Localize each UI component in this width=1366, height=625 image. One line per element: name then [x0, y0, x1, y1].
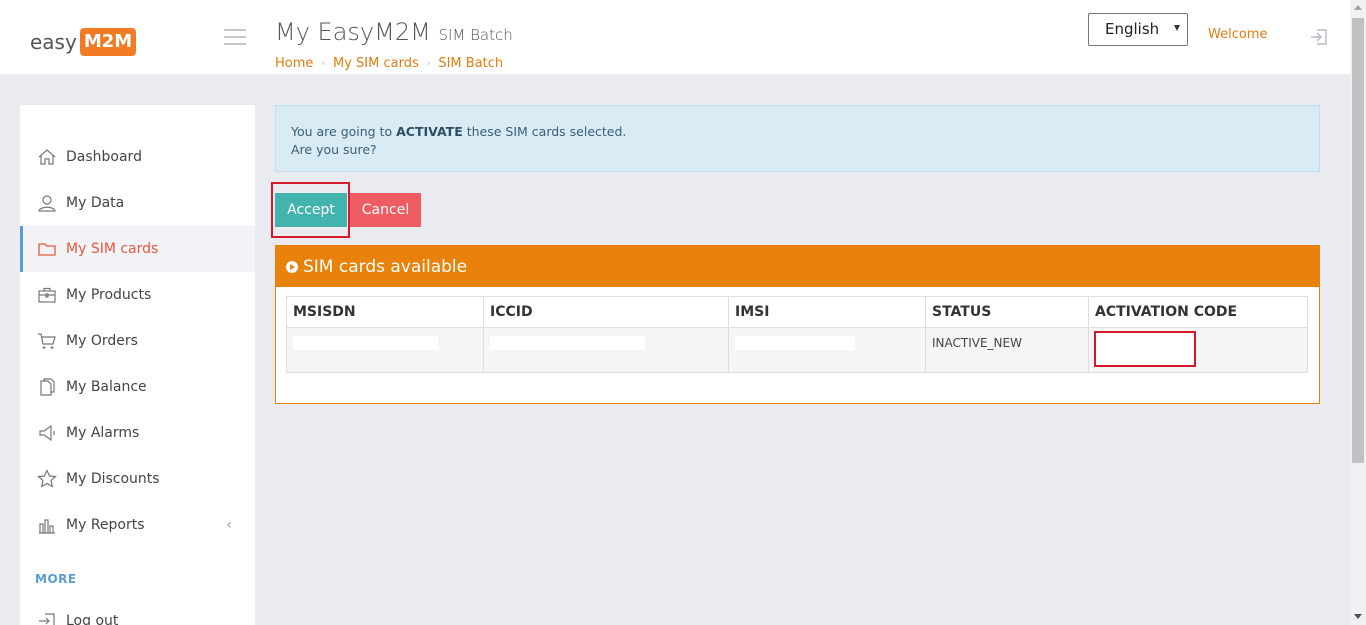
dropdown-caret-icon: [1174, 25, 1180, 31]
redacted-value: [735, 336, 855, 350]
language-select[interactable]: English: [1088, 13, 1188, 46]
panel-title: SIM cards available: [303, 256, 468, 277]
breadcrumb: Home › My SIM cards › SIM Batch: [275, 56, 503, 71]
logo-text-easy: easy: [30, 30, 77, 54]
play-circle-icon: [286, 260, 298, 273]
accept-button[interactable]: Accept: [275, 193, 347, 227]
alert-line-1: You are going to ACTIVATE these SIM card…: [291, 123, 1304, 141]
sidebar: Dashboard My Data My SIM cards My Produc…: [20, 105, 255, 625]
scrollbar-thumb[interactable]: [1352, 18, 1364, 463]
welcome-link[interactable]: Welcome: [1208, 27, 1267, 42]
bar-chart-icon: [39, 519, 55, 534]
panel-header: SIM cards available: [276, 246, 1319, 287]
briefcase-icon: [38, 287, 56, 303]
sidebar-item-my-discounts[interactable]: My Discounts: [20, 456, 255, 502]
cart-icon: [38, 333, 56, 349]
sidebar-item-label: My Orders: [66, 333, 138, 349]
page-title: My EasyM2M SIM Batch: [275, 18, 513, 46]
sidebar-item-label: My Balance: [66, 379, 147, 395]
column-header-status[interactable]: STATUS: [925, 296, 1089, 328]
logout-icon: [39, 613, 55, 625]
page-scrollbar[interactable]: [1350, 0, 1366, 625]
home-icon: [38, 149, 56, 165]
column-header-activation-code[interactable]: ACTIVATION CODE: [1088, 296, 1308, 328]
cancel-button[interactable]: Cancel: [350, 193, 421, 227]
sim-cards-panel: SIM cards available MSISDN ICCID IMSI ST…: [275, 245, 1320, 404]
sidebar-item-label: My SIM cards: [66, 241, 159, 257]
logout-icon[interactable]: [1310, 28, 1328, 46]
sidebar-item-my-products[interactable]: My Products: [20, 272, 255, 318]
sidebar-item-label: My Products: [66, 287, 152, 303]
sidebar-item-my-alarms[interactable]: My Alarms: [20, 410, 255, 456]
alert-line-2: Are you sure?: [291, 142, 377, 157]
folder-icon: [38, 243, 56, 256]
alert-text: these SIM cards selected.: [462, 124, 627, 139]
sidebar-item-my-data[interactable]: My Data: [20, 180, 255, 226]
easym2m-logo[interactable]: easy M2M: [30, 28, 137, 56]
sidebar-item-my-sim-cards[interactable]: My SIM cards: [20, 226, 255, 272]
column-header-msisdn[interactable]: MSISDN: [286, 296, 484, 328]
scroll-down-icon[interactable]: [1354, 614, 1362, 619]
sidebar-item-label: My Alarms: [66, 425, 140, 441]
sidebar-item-my-reports[interactable]: My Reports ‹: [20, 502, 255, 548]
sidebar-item-label: My Data: [66, 195, 125, 211]
star-icon: [37, 469, 57, 488]
sidebar-more-heading: MORE: [35, 572, 77, 586]
cell-msisdn: [286, 327, 484, 373]
logo-text-m2m: M2M: [79, 28, 137, 56]
alert-text: You are going to: [291, 124, 397, 139]
breadcrumb-my-sim-cards[interactable]: My SIM cards: [333, 56, 419, 71]
breadcrumb-sim-batch[interactable]: SIM Batch: [438, 56, 503, 71]
scroll-up-icon[interactable]: [1354, 5, 1362, 10]
document-icon: [40, 378, 55, 396]
sidebar-item-label: Log out: [66, 613, 119, 625]
menu-toggle-icon[interactable]: [224, 29, 246, 45]
alert-action-word: ACTIVATE: [396, 124, 463, 139]
redacted-value: [293, 336, 438, 350]
cell-imsi: [728, 327, 926, 373]
megaphone-icon: [39, 424, 55, 442]
page-title-text: My EasyM2M: [275, 18, 431, 46]
column-header-imsi[interactable]: IMSI: [728, 296, 926, 328]
sidebar-item-label: My Reports: [66, 517, 145, 533]
column-header-iccid[interactable]: ICCID: [483, 296, 729, 328]
breadcrumb-separator-icon: ›: [321, 58, 325, 69]
cell-iccid: [483, 327, 729, 373]
sidebar-item-my-orders[interactable]: My Orders: [20, 318, 255, 364]
table-header-row: MSISDN ICCID IMSI STATUS ACTIVATION CODE: [286, 296, 1308, 328]
sidebar-item-label: My Discounts: [66, 471, 160, 487]
activation-code-input[interactable]: [1094, 331, 1196, 367]
language-select-value: English: [1105, 20, 1160, 38]
user-icon: [38, 195, 56, 212]
sidebar-item-dashboard[interactable]: Dashboard: [20, 134, 255, 180]
sidebar-item-log-out[interactable]: Log out: [20, 598, 255, 625]
chevron-left-icon[interactable]: ‹: [226, 517, 232, 533]
page-subtitle: SIM Batch: [438, 26, 513, 44]
breadcrumb-separator-icon: ›: [426, 58, 431, 69]
breadcrumb-home[interactable]: Home: [275, 56, 313, 71]
sidebar-item-my-balance[interactable]: My Balance: [20, 364, 255, 410]
redacted-value: [490, 336, 645, 350]
top-header: easy M2M My EasyM2M SIM Batch Home › My …: [0, 0, 1350, 74]
confirm-activation-alert: You are going to ACTIVATE these SIM card…: [275, 105, 1320, 172]
cell-status: INACTIVE_NEW: [925, 327, 1089, 373]
sidebar-item-label: Dashboard: [66, 149, 142, 165]
